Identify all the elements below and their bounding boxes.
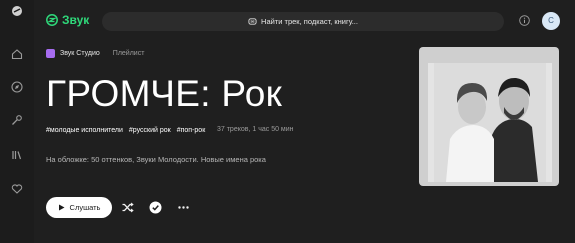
sidebar [0, 0, 34, 243]
search-icon [248, 18, 257, 25]
play-icon [58, 204, 65, 211]
app-logo-icon[interactable] [11, 5, 23, 17]
playlist-description: На обложке: 50 оттенков, Звуки Молодости… [46, 155, 266, 164]
play-label: Слушать [69, 203, 101, 212]
playlist-title: ГРОМЧЕ: Рок [46, 73, 283, 114]
tag-list: #молодые исполнители #русский рок #поп-рок [46, 125, 206, 136]
search-placeholder: Найти трек, подкаст, книгу... [261, 17, 358, 26]
added-button[interactable] [149, 201, 162, 214]
search-bar[interactable]: Найти трек, подкаст, книгу... [102, 12, 504, 31]
more-icon [178, 206, 189, 209]
top-bar: Звук Найти трек, подкаст, книгу... C [34, 0, 575, 42]
zvuk-logo-icon [46, 14, 58, 26]
brand-name: Звук [62, 13, 90, 27]
content-type-label: Плейлист [112, 49, 145, 57]
shuffle-button[interactable] [121, 201, 134, 214]
brand-logo[interactable]: Звук [46, 13, 89, 27]
playlist-meta: 37 треков, 1 час 50 мин [217, 126, 294, 133]
studio-icon [46, 48, 55, 58]
user-avatar[interactable]: C [542, 12, 560, 30]
cover-photo [428, 63, 552, 182]
info-icon[interactable] [519, 15, 530, 26]
compass-icon[interactable] [11, 81, 23, 93]
tag-link[interactable]: #поп-рок [177, 127, 206, 134]
home-icon[interactable] [11, 48, 23, 60]
play-button[interactable]: Слушать [46, 197, 112, 218]
library-icon[interactable] [11, 149, 23, 161]
mic-icon[interactable] [11, 114, 23, 126]
tag-link[interactable]: #русский рок [129, 127, 171, 134]
shuffle-icon [122, 202, 134, 213]
check-icon [149, 201, 162, 214]
more-button[interactable] [177, 201, 190, 214]
playlist-source: Звук Студио Плейлист [46, 48, 144, 58]
playlist-cover [419, 47, 559, 186]
tag-link[interactable]: #молодые исполнители [46, 127, 123, 134]
heart-icon[interactable] [11, 183, 23, 195]
studio-link[interactable]: Звук Студио [60, 50, 100, 57]
